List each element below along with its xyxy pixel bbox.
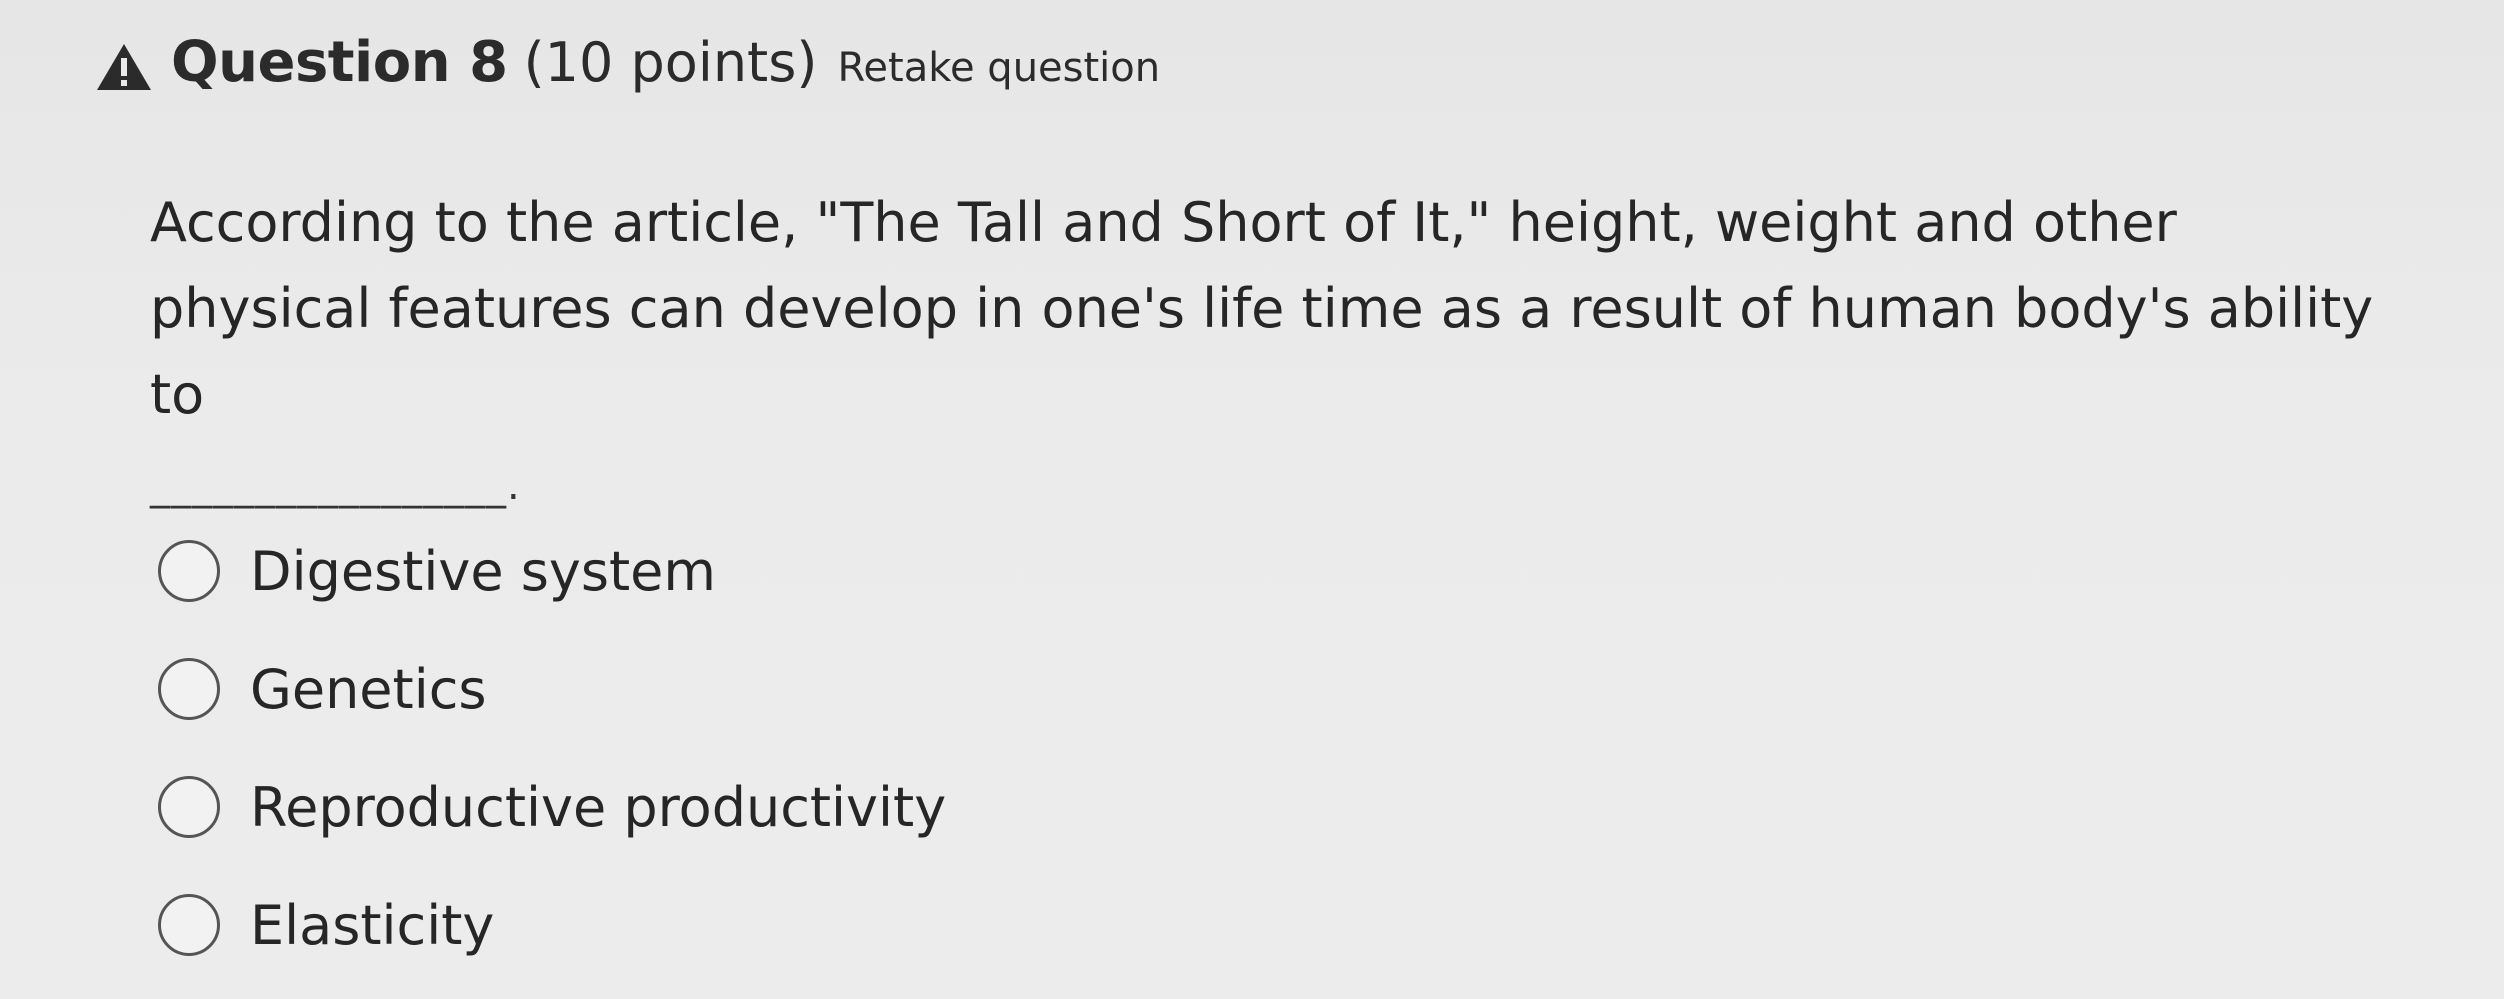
answer-option-label[interactable]: Elasticity <box>250 894 494 957</box>
answer-option-label[interactable]: Genetics <box>250 658 487 721</box>
answer-option[interactable]: Reproductive productivity <box>158 748 946 866</box>
answer-options: Digestive system Genetics Reproductive p… <box>158 512 946 984</box>
answer-option-label[interactable]: Digestive system <box>250 540 716 603</box>
radio-button[interactable] <box>158 894 220 956</box>
question-points: (10 points) <box>523 31 818 94</box>
warning-icon <box>95 42 153 92</box>
radio-button[interactable] <box>158 776 220 838</box>
answer-option[interactable]: Genetics <box>158 630 946 748</box>
question-title: Question 8 <box>171 30 508 95</box>
radio-button[interactable] <box>158 658 220 720</box>
question-body: According to the article, "The Tall and … <box>150 180 2400 506</box>
question-header: Question 8 (10 points) Retake question <box>95 30 1160 95</box>
question-blank: _________________. <box>150 463 521 509</box>
answer-option-label[interactable]: Reproductive productivity <box>250 776 946 839</box>
answer-option[interactable]: Elasticity <box>158 866 946 984</box>
answer-option[interactable]: Digestive system <box>158 512 946 630</box>
retake-question-label: Retake question <box>837 45 1161 91</box>
radio-button[interactable] <box>158 540 220 602</box>
question-text: According to the article, "The Tall and … <box>150 191 2374 426</box>
